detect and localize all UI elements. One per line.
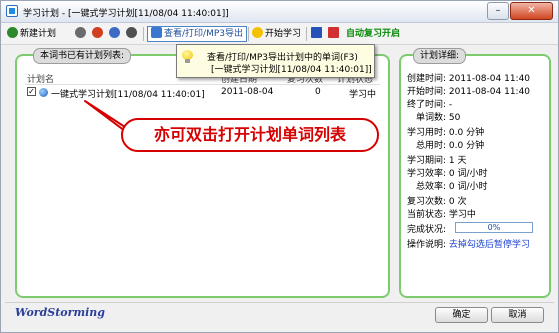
detail-label: 复习次数: bbox=[407, 197, 447, 207]
detail-value: 1 天 bbox=[448, 156, 467, 166]
brand-logo: WordStorming bbox=[15, 306, 105, 319]
detail-total-time: 总用时: 0.0 分钟 bbox=[416, 138, 484, 151]
detail-completion: 完成状况: bbox=[407, 222, 446, 235]
plan-details-panel: 计划详细: 创建时间: 2011-08-04 11:40 开始时间: 2011-… bbox=[399, 48, 551, 298]
detail-label: 操作说明: bbox=[407, 240, 447, 250]
pause-study-help-link[interactable]: 去掉勾选后暂停学习 bbox=[449, 240, 530, 250]
plan-checkbox[interactable]: ✓ bbox=[27, 87, 36, 96]
close-button[interactable]: ✕ bbox=[510, 2, 553, 20]
detail-value: 2011-08-04 11:40 bbox=[448, 87, 531, 97]
app-icon bbox=[6, 5, 18, 17]
detail-label: 当前状态: bbox=[407, 210, 447, 220]
detail-value: - bbox=[448, 100, 453, 110]
detail-end-time: 终了时间: - bbox=[407, 97, 452, 110]
detail-label: 单词数: bbox=[416, 113, 447, 123]
completion-progress-bar: 0% bbox=[455, 222, 533, 233]
detail-study-efficiency: 学习效率: 0 词/小时 bbox=[407, 166, 488, 179]
detail-start-time: 开始时间: 2011-08-04 11:40 bbox=[407, 84, 530, 97]
detail-study-period: 学习期间: 1 天 bbox=[407, 153, 467, 166]
detail-label: 创建时间: bbox=[407, 74, 447, 84]
view-print-tooltip: 查看/打印/MP3导出计划中的单词(F3) [一键式学习计划[11/08/04 … bbox=[176, 44, 375, 78]
toolbar-refresh-button[interactable] bbox=[109, 26, 122, 42]
toolbar: 新建计划 查看/打印/MP3导出 开始学习 自动复习开启 bbox=[1, 23, 558, 45]
title-bar: 学习计划 - [一键式学习计划[11/08/04 11:40:01]] – ✕ bbox=[1, 1, 558, 23]
ok-button[interactable]: 确定 bbox=[435, 307, 488, 323]
detail-label: 学习期间: bbox=[407, 156, 447, 166]
detail-value: 0 次 bbox=[448, 197, 467, 207]
plan-created: 2011-08-04 bbox=[221, 87, 274, 97]
detail-created-time: 创建时间: 2011-08-04 11:40 bbox=[407, 71, 530, 84]
detail-label: 总效率: bbox=[416, 182, 447, 192]
start-study-button[interactable]: 开始学习 bbox=[252, 26, 301, 42]
detail-label: 总用时: bbox=[416, 141, 447, 151]
footer-divider bbox=[5, 302, 554, 303]
detail-value: 0.0 分钟 bbox=[448, 128, 485, 138]
detail-review-count: 复习次数: 0 次 bbox=[407, 194, 467, 207]
detail-study-time: 学习用时: 0.0 分钟 bbox=[407, 125, 484, 138]
toolbar-flag-review-button[interactable] bbox=[328, 26, 341, 42]
detail-instructions: 操作说明: 去掉勾选后暂停学习 bbox=[407, 237, 530, 250]
toolbar-delete-button[interactable] bbox=[92, 26, 105, 42]
double-click-hint-callout: 亦可双击打开计划单词列表 bbox=[121, 118, 379, 152]
detail-value: 0 词/小时 bbox=[448, 169, 488, 179]
refresh-icon bbox=[109, 27, 120, 38]
detail-label: 终了时间: bbox=[407, 100, 447, 110]
window-title: 学习计划 - [一键式学习计划[11/08/04 11:40:01]] bbox=[23, 9, 229, 19]
plan-name: 一键式学习计划[11/08/04 11:40:01] bbox=[51, 90, 205, 100]
flag-icon bbox=[311, 27, 322, 38]
flag-icon bbox=[328, 27, 339, 38]
detail-total-efficiency: 总效率: 0 词/小时 bbox=[416, 179, 488, 192]
new-plan-icon bbox=[7, 27, 18, 38]
detail-value: 0.0 分钟 bbox=[448, 141, 485, 151]
detail-value: 0 词/小时 bbox=[448, 182, 488, 192]
view-print-export-label: 查看/打印/MP3导出 bbox=[164, 29, 243, 39]
plan-list-group-label: 本词书已有计划列表: bbox=[33, 48, 132, 64]
minimize-button[interactable]: – bbox=[487, 2, 509, 20]
toolbar-separator bbox=[306, 27, 307, 41]
detail-label: 完成状况: bbox=[407, 225, 447, 235]
bulb-icon bbox=[182, 50, 193, 63]
bulb-icon bbox=[252, 27, 263, 38]
plan-row[interactable]: ✓ 一键式学习计划[11/08/04 11:40:01] 2011-08-04 … bbox=[25, 86, 380, 100]
study-plan-window: 学习计划 - [一键式学习计划[11/08/04 11:40:01]] – ✕ … bbox=[0, 0, 559, 333]
toolbar-separator bbox=[143, 27, 144, 41]
plan-details-group-label: 计划详细: bbox=[413, 48, 467, 64]
start-study-label: 开始学习 bbox=[265, 29, 302, 39]
settings-icon bbox=[126, 27, 137, 38]
new-plan-button[interactable]: 新建计划 bbox=[7, 26, 56, 42]
plan-reviews: 0 bbox=[315, 87, 321, 97]
detail-label: 开始时间: bbox=[407, 87, 447, 97]
toolbar-separator bbox=[248, 27, 249, 41]
column-header-name[interactable]: 计划名 bbox=[27, 72, 54, 85]
auto-review-toggle[interactable]: 自动复习开启 bbox=[346, 26, 400, 42]
detail-label: 学习用时: bbox=[407, 128, 447, 138]
plan-status: 学习中 bbox=[349, 90, 377, 100]
plan-list-panel: 本词书已有计划列表: 计划名 创建日期 复习次数 计划状态 ✓ 一键式学习计划[… bbox=[15, 48, 390, 298]
toolbar-edit-button[interactable] bbox=[75, 26, 88, 42]
detail-label: 学习效率: bbox=[407, 169, 447, 179]
new-plan-label: 新建计划 bbox=[20, 29, 57, 39]
book-icon bbox=[151, 27, 162, 38]
detail-value: 2011-08-04 11:40 bbox=[448, 74, 531, 84]
view-print-export-button[interactable]: 查看/打印/MP3导出 bbox=[147, 26, 247, 42]
edit-icon bbox=[75, 27, 86, 38]
cancel-button[interactable]: 取消 bbox=[491, 307, 544, 323]
toolbar-settings-button[interactable] bbox=[126, 26, 139, 42]
toolbar-flag-button[interactable] bbox=[311, 26, 324, 42]
delete-icon bbox=[92, 27, 103, 38]
detail-current-status: 当前状态: 学习中 bbox=[407, 207, 476, 220]
detail-value: 学习中 bbox=[448, 210, 476, 220]
detail-value: 50 bbox=[448, 113, 461, 123]
tooltip-line-2: [一键式学习计划[11/08/04 11:40:01]] bbox=[211, 65, 372, 75]
plan-icon bbox=[39, 88, 48, 97]
detail-word-count: 单词数: 50 bbox=[416, 110, 460, 123]
